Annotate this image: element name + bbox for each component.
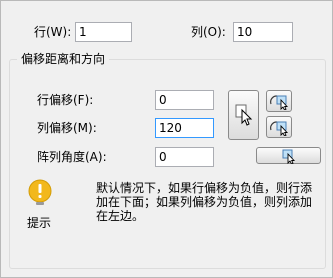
pick-both-offsets-icon bbox=[235, 104, 253, 126]
rows-input[interactable] bbox=[75, 22, 132, 42]
pick-column-offset-icon bbox=[270, 121, 289, 136]
rows-label: 行(W): bbox=[34, 25, 72, 39]
pick-angle-icon bbox=[282, 149, 296, 164]
offset-direction-group-title: 偏移距离和方向 bbox=[17, 51, 110, 67]
pick-row-offset-button[interactable] bbox=[266, 90, 292, 112]
row-offset-label: 行偏移(F): bbox=[37, 93, 94, 107]
row-offset-input[interactable] bbox=[155, 90, 214, 110]
lightbulb-icon bbox=[28, 179, 52, 205]
column-offset-input[interactable] bbox=[155, 118, 214, 138]
tip-label: 提示 bbox=[27, 216, 52, 230]
pick-column-offset-button[interactable] bbox=[266, 116, 292, 138]
column-offset-label: 列偏移(M): bbox=[37, 121, 97, 135]
pick-row-offset-icon bbox=[270, 95, 289, 110]
array-angle-input[interactable] bbox=[155, 147, 214, 167]
tip-text: 默认情况下，如果行偏移为负值，则行添加在下面；如果列偏移为负值，则列添加在左边。 bbox=[96, 181, 313, 223]
pick-angle-button[interactable] bbox=[256, 147, 321, 164]
array-dialog-panel: 行(W): 列(O): 偏移距离和方向 行偏移(F): 列偏移(M): 阵列角度… bbox=[0, 0, 333, 278]
columns-label: 列(O): bbox=[191, 25, 226, 39]
pick-both-offsets-button[interactable] bbox=[228, 90, 259, 140]
array-angle-label: 阵列角度(A): bbox=[37, 150, 107, 164]
columns-input[interactable] bbox=[233, 22, 293, 42]
